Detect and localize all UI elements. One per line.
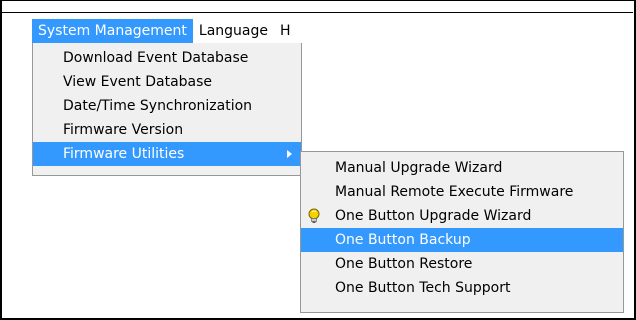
menu-bar: System Management Language H <box>32 19 297 43</box>
menu-system-management[interactable]: System Management <box>32 19 193 43</box>
lightbulb-icon <box>308 208 320 223</box>
menu-item-one-button-backup[interactable]: One Button Backup <box>301 228 623 252</box>
menu-item-label: One Button Upgrade Wizard <box>335 208 532 224</box>
menu-item-download-event-database[interactable]: Download Event Database <box>33 46 301 70</box>
menu-item-label: View Event Database <box>63 74 213 90</box>
menu-item-date-time-synchronization[interactable]: Date/Time Synchronization <box>33 94 301 118</box>
menu-item-label: Manual Upgrade Wizard <box>335 160 503 176</box>
menu-item-label: Date/Time Synchronization <box>63 98 253 114</box>
menu-item-firmware-version[interactable]: Firmware Version <box>33 118 301 142</box>
menu-item-label: One Button Restore <box>335 256 473 272</box>
submenu-arrow-icon <box>287 150 292 158</box>
menu-language[interactable]: Language <box>193 19 274 43</box>
menu-item-one-button-upgrade-wizard[interactable]: One Button Upgrade Wizard <box>301 204 623 228</box>
menu-item-manual-upgrade-wizard[interactable]: Manual Upgrade Wizard <box>301 156 623 180</box>
menu-item-label: Manual Remote Execute Firmware <box>335 184 574 200</box>
menu-item-manual-remote-execute-firmware[interactable]: Manual Remote Execute Firmware <box>301 180 623 204</box>
menu-item-label: One Button Tech Support <box>335 280 511 296</box>
menu-item-label: Firmware Version <box>63 122 184 138</box>
menu-item-label: Download Event Database <box>63 50 249 66</box>
menu-item-one-button-tech-support[interactable]: One Button Tech Support <box>301 276 623 300</box>
firmware-utilities-submenu: Manual Upgrade Wizard Manual Remote Exec… <box>300 151 624 313</box>
menu-item-label: One Button Backup <box>335 232 471 248</box>
menu-item-label: Firmware Utilities <box>63 146 185 162</box>
menu-item-firmware-utilities[interactable]: Firmware Utilities <box>33 142 301 166</box>
menu-item-view-event-database[interactable]: View Event Database <box>33 70 301 94</box>
system-management-dropdown: Download Event Database View Event Datab… <box>32 43 302 176</box>
menu-help-partial[interactable]: H <box>274 19 297 43</box>
menu-item-one-button-restore[interactable]: One Button Restore <box>301 252 623 276</box>
